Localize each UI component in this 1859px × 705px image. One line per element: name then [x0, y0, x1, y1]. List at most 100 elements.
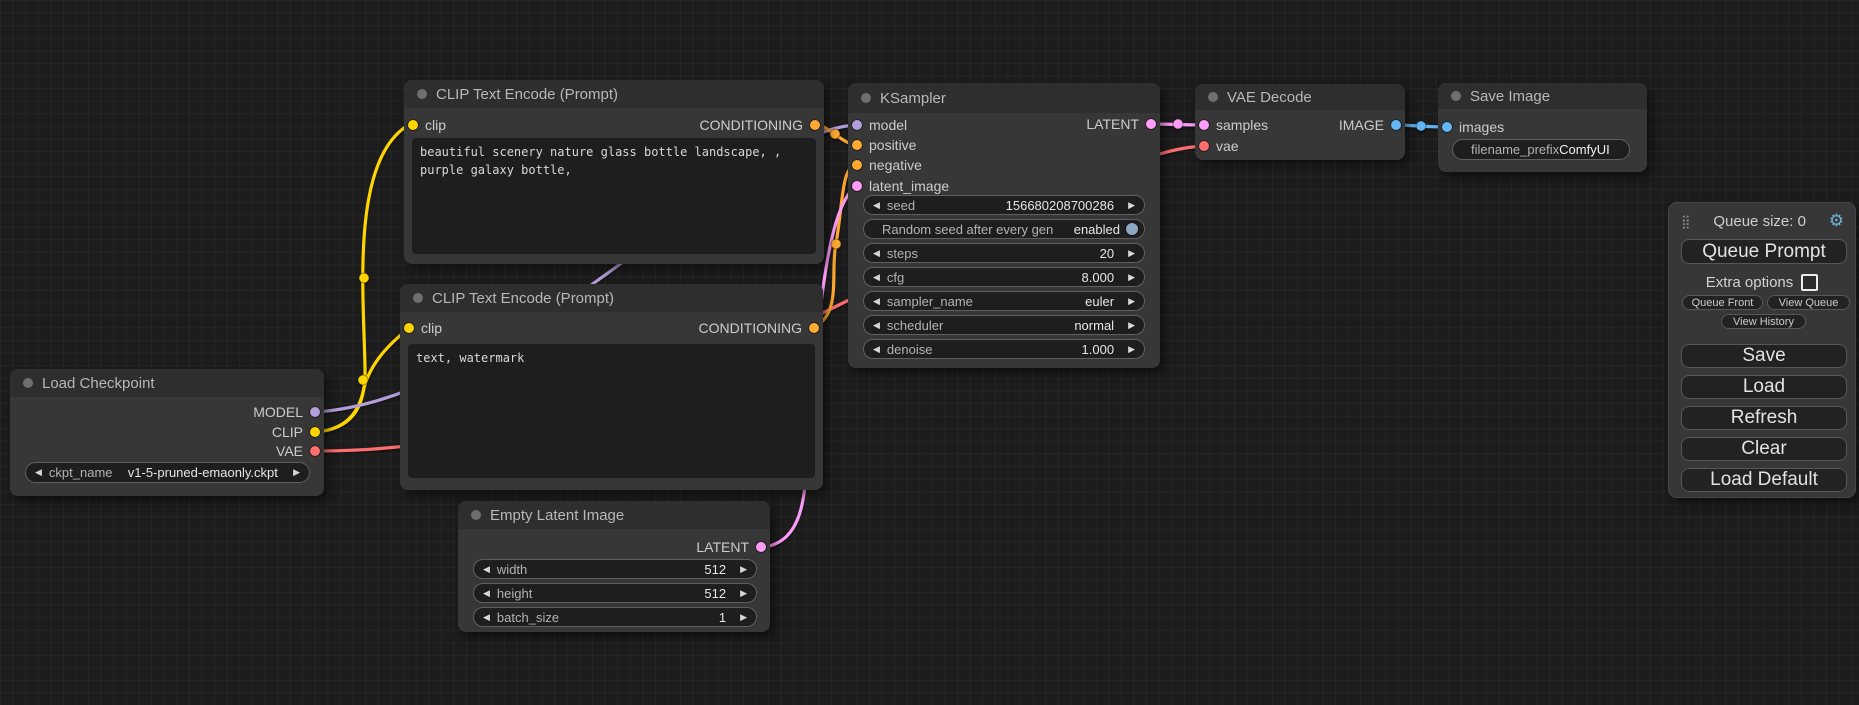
refresh-button[interactable]: Refresh	[1681, 406, 1847, 430]
ksampler-node[interactable]: KSampler model positive negative latent_…	[848, 83, 1160, 368]
toggle-dot-icon[interactable]	[1126, 223, 1138, 235]
arrow-left-icon[interactable]: ◀	[35, 467, 42, 478]
collapse-dot-icon[interactable]	[471, 510, 481, 520]
slot-dot-model[interactable]	[852, 120, 862, 130]
width-widget[interactable]: ◀ width 512 ▶	[473, 559, 757, 579]
load-checkpoint-node[interactable]: Load Checkpoint MODEL CLIP VAE ◀ ckpt_na…	[10, 369, 324, 496]
arrow-left-icon[interactable]: ◀	[873, 200, 880, 211]
queue-front-button[interactable]: Queue Front	[1682, 295, 1763, 310]
arrow-left-icon[interactable]: ◀	[483, 588, 490, 599]
drag-handle-icon[interactable]: ⣿	[1681, 215, 1691, 228]
arrow-right-icon[interactable]: ▶	[740, 564, 747, 575]
batch-size-widget[interactable]: ◀ batch_size 1 ▶	[473, 607, 757, 627]
widget-label: cfg	[887, 270, 904, 285]
collapse-dot-icon[interactable]	[861, 93, 871, 103]
height-widget[interactable]: ◀ height 512 ▶	[473, 583, 757, 603]
load-default-button[interactable]: Load Default	[1681, 468, 1847, 492]
slot-dot-latent[interactable]	[1199, 120, 1209, 130]
widget-value: 1	[719, 610, 726, 625]
arrow-left-icon[interactable]: ◀	[483, 612, 490, 623]
collapse-dot-icon[interactable]	[23, 378, 33, 388]
extra-options-checkbox[interactable]	[1801, 274, 1818, 291]
clip-text-encode-negative-node[interactable]: CLIP Text Encode (Prompt) clip CONDITION…	[400, 284, 823, 490]
positive-prompt-textarea[interactable]: beautiful scenery nature glass bottle la…	[412, 138, 816, 254]
seed-widget[interactable]: ◀ seed 156680208700286 ▶	[863, 195, 1145, 215]
gear-icon[interactable]: ⚙	[1829, 211, 1844, 231]
arrow-left-icon[interactable]: ◀	[873, 248, 880, 259]
empty-latent-image-node[interactable]: Empty Latent Image LATENT ◀ width 512 ▶ …	[458, 501, 770, 632]
negative-prompt-textarea[interactable]: text, watermark	[408, 344, 815, 478]
arrow-right-icon[interactable]: ▶	[1128, 296, 1135, 307]
node-title-bar[interactable]: Empty Latent Image	[458, 501, 770, 529]
link-midpoint-dot	[830, 129, 840, 139]
slot-dot-conditioning[interactable]	[852, 160, 862, 170]
node-title-bar[interactable]: CLIP Text Encode (Prompt)	[404, 80, 824, 108]
arrow-right-icon[interactable]: ▶	[293, 467, 300, 478]
arrow-right-icon[interactable]: ▶	[1128, 344, 1135, 355]
ckpt-name-widget[interactable]: ◀ ckpt_name v1-5-pruned-emaonly.ckpt ▶	[25, 462, 310, 483]
arrow-right-icon[interactable]: ▶	[1128, 320, 1135, 331]
slot-label: MODEL	[253, 404, 303, 420]
arrow-left-icon[interactable]: ◀	[873, 344, 880, 355]
view-history-button[interactable]: View History	[1721, 314, 1806, 329]
slot-dot-conditioning[interactable]	[852, 140, 862, 150]
save-image-node[interactable]: Save Image images filename_prefix ComfyU…	[1438, 83, 1647, 172]
clear-button[interactable]: Clear	[1681, 437, 1847, 461]
load-button[interactable]: Load	[1681, 375, 1847, 399]
arrow-left-icon[interactable]: ◀	[873, 272, 880, 283]
slot-dot-vae[interactable]	[1199, 141, 1209, 151]
clip-text-encode-positive-node[interactable]: CLIP Text Encode (Prompt) clip CONDITION…	[404, 80, 824, 264]
slot-dot-vae[interactable]	[310, 446, 320, 456]
arrow-left-icon[interactable]: ◀	[873, 296, 880, 307]
collapse-dot-icon[interactable]	[417, 89, 427, 99]
node-title-bar[interactable]: Save Image	[1438, 83, 1647, 109]
comfyui-canvas[interactable]: { "icons": { "arrow_left": "◀", "arrow_r…	[0, 0, 1859, 705]
arrow-left-icon[interactable]: ◀	[483, 564, 490, 575]
slot-label: VAE	[276, 443, 303, 459]
node-title: KSampler	[880, 90, 946, 107]
collapse-dot-icon[interactable]	[1208, 92, 1218, 102]
vae-decode-node[interactable]: VAE Decode samples vae IMAGE	[1195, 84, 1405, 160]
widget-value: enabled	[1074, 222, 1120, 237]
node-title-bar[interactable]: KSampler	[848, 83, 1160, 113]
arrow-right-icon[interactable]: ▶	[740, 612, 747, 623]
save-button[interactable]: Save	[1681, 344, 1847, 368]
queue-panel[interactable]: ⣿ Queue size: 0 ⚙ Queue Prompt Extra opt…	[1668, 202, 1856, 498]
slot-label: model	[869, 117, 907, 133]
view-queue-button[interactable]: View Queue	[1767, 295, 1850, 310]
slot-dot-clip[interactable]	[404, 323, 414, 333]
slot-label: vae	[1216, 138, 1239, 154]
slot-dot-latent[interactable]	[852, 181, 862, 191]
node-title: Empty Latent Image	[490, 507, 624, 524]
arrow-right-icon[interactable]: ▶	[1128, 200, 1135, 211]
sampler-name-widget[interactable]: ◀ sampler_name euler ▶	[863, 291, 1145, 311]
slot-dot-model[interactable]	[310, 407, 320, 417]
slot-dot-latent[interactable]	[756, 542, 766, 552]
arrow-left-icon[interactable]: ◀	[873, 320, 880, 331]
slot-dot-clip[interactable]	[408, 120, 418, 130]
slot-dot-conditioning[interactable]	[809, 323, 819, 333]
arrow-right-icon[interactable]: ▶	[740, 588, 747, 599]
collapse-dot-icon[interactable]	[413, 293, 423, 303]
slot-dot-image[interactable]	[1442, 122, 1452, 132]
arrow-right-icon[interactable]: ▶	[1128, 248, 1135, 259]
arrow-right-icon[interactable]: ▶	[1128, 272, 1135, 283]
random-seed-toggle-widget[interactable]: Random seed after every gen enabled	[863, 219, 1145, 239]
denoise-widget[interactable]: ◀ denoise 1.000 ▶	[863, 339, 1145, 359]
slot-dot-latent[interactable]	[1146, 119, 1156, 129]
filename-prefix-widget[interactable]: filename_prefix ComfyUI	[1452, 139, 1630, 160]
scheduler-widget[interactable]: ◀ scheduler normal ▶	[863, 315, 1145, 335]
widget-label: steps	[887, 246, 918, 261]
collapse-dot-icon[interactable]	[1451, 91, 1461, 101]
output-slot-vae: VAE	[276, 441, 320, 461]
queue-prompt-button[interactable]: Queue Prompt	[1681, 239, 1847, 264]
widget-value: 512	[704, 586, 726, 601]
node-title-bar[interactable]: CLIP Text Encode (Prompt)	[400, 284, 823, 312]
slot-dot-conditioning[interactable]	[810, 120, 820, 130]
cfg-widget[interactable]: ◀ cfg 8.000 ▶	[863, 267, 1145, 287]
node-title-bar[interactable]: Load Checkpoint	[10, 369, 324, 397]
steps-widget[interactable]: ◀ steps 20 ▶	[863, 243, 1145, 263]
slot-dot-image[interactable]	[1391, 120, 1401, 130]
slot-dot-clip[interactable]	[310, 427, 320, 437]
node-title-bar[interactable]: VAE Decode	[1195, 84, 1405, 110]
